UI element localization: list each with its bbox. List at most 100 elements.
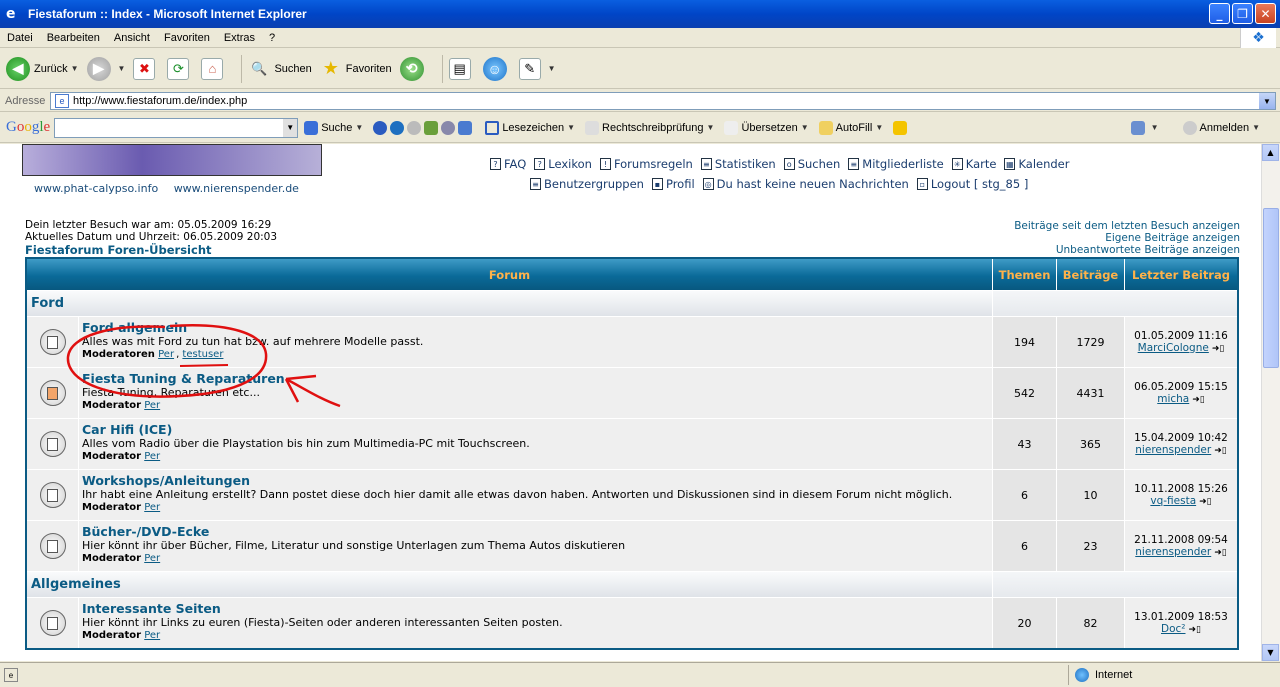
moderator-link[interactable]: testuser: [182, 349, 223, 360]
forum-no-new-posts-icon: [39, 329, 66, 355]
menu-favoriten[interactable]: Favoriten: [157, 32, 217, 44]
nav-suchen[interactable]: o Suchen: [783, 157, 840, 171]
forum-name-link[interactable]: Workshops/Anleitungen: [82, 474, 992, 488]
login-button[interactable]: Anmelden ▼: [1182, 120, 1260, 135]
chevron-down-icon[interactable]: ▼: [1151, 123, 1159, 132]
chevron-down-icon[interactable]: ▼: [875, 123, 883, 132]
moderator-link[interactable]: Per: [144, 451, 160, 462]
edit-button[interactable]: ✎ ▼: [518, 57, 556, 80]
minimize-button[interactable]: _: [1209, 3, 1230, 24]
forum-name-link[interactable]: Fiesta Tuning & Reparaturen: [82, 372, 992, 386]
scroll-thumb[interactable]: [1263, 208, 1279, 368]
last-visit-text: Dein letzter Besuch war am: 05.05.2009 1…: [25, 219, 272, 231]
url-input[interactable]: e http://www.fiestaforum.de/index.php ▼: [50, 92, 1276, 110]
scroll-up-arrow-icon[interactable]: ▲: [1262, 144, 1279, 161]
table-row: Workshops/Anleitungen Ihr habt eine Anle…: [27, 469, 1237, 520]
refresh-button[interactable]: ⟳: [167, 57, 193, 80]
chevron-down-icon[interactable]: ▼: [1259, 93, 1275, 109]
back-button[interactable]: ◀ Zurück ▼: [6, 56, 79, 81]
nav-benutzergruppen[interactable]: ≡ Benutzergruppen: [530, 177, 644, 191]
last-post-user-link[interactable]: Doc²: [1161, 623, 1186, 635]
partner-link[interactable]: www.phat-calypso.info: [34, 182, 158, 195]
last-post-user-link[interactable]: vq-fiesta: [1150, 495, 1196, 507]
partner-link[interactable]: www.nierenspender.de: [174, 182, 299, 195]
menu-bearbeiten[interactable]: Bearbeiten: [40, 32, 107, 44]
nav-kalender[interactable]: ▦ Kalender: [1004, 157, 1070, 171]
forum-banner-image: [22, 144, 322, 176]
scroll-down-arrow-icon[interactable]: ▼: [1262, 644, 1279, 661]
goto-last-post-icon[interactable]: ➜▯: [1214, 445, 1227, 457]
chevron-down-icon[interactable]: ▼: [118, 64, 126, 73]
menu-datei[interactable]: Datei: [0, 32, 40, 44]
last-post-user-link[interactable]: nierenspender: [1135, 546, 1211, 558]
last-post-user-link[interactable]: micha: [1157, 393, 1189, 405]
nav-statistiken[interactable]: ≡ Statistiken: [700, 157, 776, 171]
menu-extras[interactable]: Extras: [217, 32, 262, 44]
google-search-input[interactable]: ▼: [54, 117, 299, 138]
own-posts-link[interactable]: Eigene Beiträge anzeigen: [1014, 232, 1240, 244]
highlighter-button[interactable]: [893, 120, 910, 135]
nav-karte[interactable]: ✳ Karte: [951, 157, 996, 171]
nav-lexikon[interactable]: ? Lexikon: [534, 157, 592, 171]
forum-name-link[interactable]: Interessante Seiten: [82, 602, 992, 616]
settings-button[interactable]: ▼: [1130, 120, 1159, 135]
nav-mitgliederliste-label: Mitgliederliste: [862, 157, 944, 171]
chevron-down-icon[interactable]: ▼: [71, 64, 79, 73]
moderator-link[interactable]: Per: [144, 553, 160, 564]
chevron-down-icon[interactable]: ▼: [707, 123, 715, 132]
unanswered-posts-link[interactable]: Unbeantwortete Beiträge anzeigen: [1014, 244, 1240, 256]
goto-last-post-icon[interactable]: ➜▯: [1214, 547, 1227, 559]
spellcheck-button[interactable]: Rechtschreibprüfung ▼: [585, 120, 715, 135]
chevron-down-icon[interactable]: ▼: [548, 64, 556, 73]
forum-name-link[interactable]: Bücher-/DVD-Ecke: [82, 525, 992, 539]
chevron-down-icon[interactable]: ▼: [801, 123, 809, 132]
google-search-button[interactable]: Suche ▼: [304, 120, 363, 135]
close-button[interactable]: ✕: [1255, 3, 1276, 24]
google-bookmarks-button[interactable]: Lesezeichen ▼: [485, 120, 575, 135]
nav-profil[interactable]: ▪ Profil: [651, 177, 695, 191]
window-title-bar[interactable]: e Fiestaforum :: Index - Microsoft Inter…: [0, 0, 1280, 28]
last-post-user-link[interactable]: MarciCologne: [1138, 342, 1209, 354]
moderator-link[interactable]: Per: [144, 630, 160, 641]
chevron-down-icon[interactable]: ▼: [283, 118, 298, 137]
history-button[interactable]: ⟲: [399, 56, 428, 81]
goto-last-post-icon[interactable]: ➜▯: [1192, 394, 1205, 406]
goto-last-post-icon[interactable]: ➜▯: [1212, 343, 1225, 355]
messenger-button[interactable]: ☺: [482, 56, 511, 81]
forum-name-link[interactable]: Ford allgemein: [82, 321, 992, 335]
moderator-link[interactable]: Per: [144, 502, 160, 513]
stop-button[interactable]: ✖: [133, 57, 159, 80]
moderator-link[interactable]: Per: [144, 400, 160, 411]
menu-help[interactable]: ?: [262, 32, 282, 44]
maximize-button[interactable]: ❐: [1232, 3, 1253, 24]
category-name[interactable]: Allgemeines: [27, 572, 993, 597]
goto-last-post-icon[interactable]: ➜▯: [1189, 624, 1202, 636]
goto-last-post-icon[interactable]: ➜▯: [1199, 496, 1212, 508]
home-button[interactable]: ⌂: [201, 57, 227, 80]
forward-button[interactable]: ▶ ▼: [86, 56, 126, 81]
chevron-down-icon[interactable]: ▼: [567, 123, 575, 132]
browser-viewport[interactable]: www.phat-calypso.info www.nierenspender.…: [0, 144, 1261, 661]
vertical-scrollbar[interactable]: ▲ ▼: [1261, 144, 1280, 661]
new-posts-link[interactable]: Beiträge seit dem letzten Besuch anzeige…: [1014, 220, 1240, 232]
print-button[interactable]: ▤: [448, 57, 475, 80]
nav-nachrichten[interactable]: ◎ Du hast keine neuen Nachrichten: [702, 177, 909, 191]
forum-name-link[interactable]: Car Hifi (ICE): [82, 423, 992, 437]
forum-index-link[interactable]: Fiestaforum Foren-Übersicht: [25, 243, 212, 257]
chevron-down-icon[interactable]: ▼: [1252, 123, 1260, 132]
nav-mitgliederliste[interactable]: ≡ Mitgliederliste: [848, 157, 944, 171]
autofill-button[interactable]: AutoFill ▼: [818, 120, 883, 135]
nav-forumsregeln[interactable]: ! Forumsregeln: [599, 157, 693, 171]
google-logo[interactable]: Google: [6, 119, 50, 136]
nav-faq[interactable]: ? FAQ: [490, 157, 526, 171]
google-tools[interactable]: [373, 120, 475, 135]
search-button[interactable]: 🔍 Suchen: [248, 58, 311, 80]
last-post-user-link[interactable]: nierenspender: [1135, 444, 1211, 456]
category-name[interactable]: Ford: [27, 291, 993, 316]
translate-button[interactable]: Übersetzen ▼: [724, 120, 809, 135]
chevron-down-icon[interactable]: ▼: [355, 123, 363, 132]
menu-ansicht[interactable]: Ansicht: [107, 32, 157, 44]
nav-logout[interactable]: ▫ Logout [ stg_85 ]: [916, 177, 1028, 191]
favorites-button[interactable]: ★ Favoriten: [320, 58, 392, 80]
moderator-link[interactable]: Per: [158, 349, 174, 360]
